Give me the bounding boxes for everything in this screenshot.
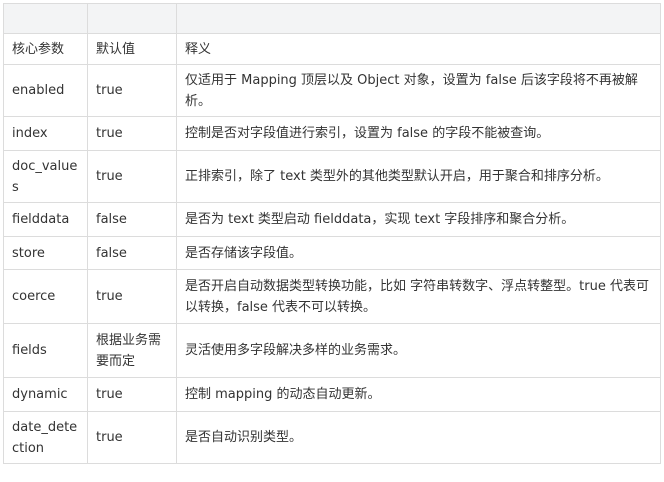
param-cell: fielddata <box>3 202 88 237</box>
default-cell: true <box>87 64 177 117</box>
param-cell: store <box>3 236 88 270</box>
default-cell: true <box>87 411 177 464</box>
column-header-row: 核心参数 默认值 释义 <box>3 33 661 65</box>
description-cell: 控制 mapping 的动态自动更新。 <box>176 377 661 412</box>
default-cell: false <box>87 202 177 237</box>
default-cell: true <box>87 377 177 412</box>
description-cell: 仅适用于 Mapping 顶层以及 Object 对象，设置为 false 后该… <box>176 64 661 117</box>
param-cell: dynamic <box>3 377 88 412</box>
param-cell: index <box>3 116 88 151</box>
description-cell: 是否开启自动数据类型转换功能，比如 字符串转数字、浮点转整型。true 代表可以… <box>176 269 661 324</box>
header-param: 核心参数 <box>3 33 88 65</box>
description-cell: 是否存储该字段值。 <box>176 236 661 270</box>
header-description: 释义 <box>176 33 661 65</box>
param-cell: fields <box>3 323 88 378</box>
table-row: dynamic true 控制 mapping 的动态自动更新。 <box>3 377 661 412</box>
param-cell: coerce <box>3 269 88 324</box>
header-default: 默认值 <box>87 33 177 65</box>
table-row: fielddata false 是否为 text 类型启动 fielddata，… <box>3 202 661 237</box>
table-row: coerce true 是否开启自动数据类型转换功能，比如 字符串转数字、浮点转… <box>3 269 661 324</box>
default-cell: true <box>87 150 177 203</box>
param-cell: enabled <box>3 64 88 117</box>
empty-cell <box>176 3 661 34</box>
description-cell: 灵活使用多字段解决多样的业务需求。 <box>176 323 661 378</box>
table-row: index true 控制是否对字段值进行索引，设置为 false 的字段不能被… <box>3 116 661 151</box>
mapping-params-table-container: 核心参数 默认值 释义 enabled true 仅适用于 Mapping 顶层… <box>3 3 661 464</box>
default-cell: true <box>87 269 177 324</box>
table-row: store false 是否存储该字段值。 <box>3 236 661 270</box>
mapping-params-table: 核心参数 默认值 释义 enabled true 仅适用于 Mapping 顶层… <box>3 3 661 464</box>
table-row: date_detection true 是否自动识别类型。 <box>3 411 661 464</box>
table-row: doc_values true 正排索引，除了 text 类型外的其他类型默认开… <box>3 150 661 203</box>
description-cell: 是否自动识别类型。 <box>176 411 661 464</box>
default-cell: 根据业务需要而定 <box>87 323 177 378</box>
default-cell: false <box>87 236 177 270</box>
param-cell: doc_values <box>3 150 88 203</box>
default-cell: true <box>87 116 177 151</box>
empty-header-row <box>3 3 661 34</box>
description-cell: 是否为 text 类型启动 fielddata，实现 text 字段排序和聚合分… <box>176 202 661 237</box>
table-row: fields 根据业务需要而定 灵活使用多字段解决多样的业务需求。 <box>3 323 661 378</box>
table-row: enabled true 仅适用于 Mapping 顶层以及 Object 对象… <box>3 64 661 117</box>
empty-cell <box>87 3 177 34</box>
empty-cell <box>3 3 88 34</box>
description-cell: 正排索引，除了 text 类型外的其他类型默认开启，用于聚合和排序分析。 <box>176 150 661 203</box>
description-cell: 控制是否对字段值进行索引，设置为 false 的字段不能被查询。 <box>176 116 661 151</box>
param-cell: date_detection <box>3 411 88 464</box>
